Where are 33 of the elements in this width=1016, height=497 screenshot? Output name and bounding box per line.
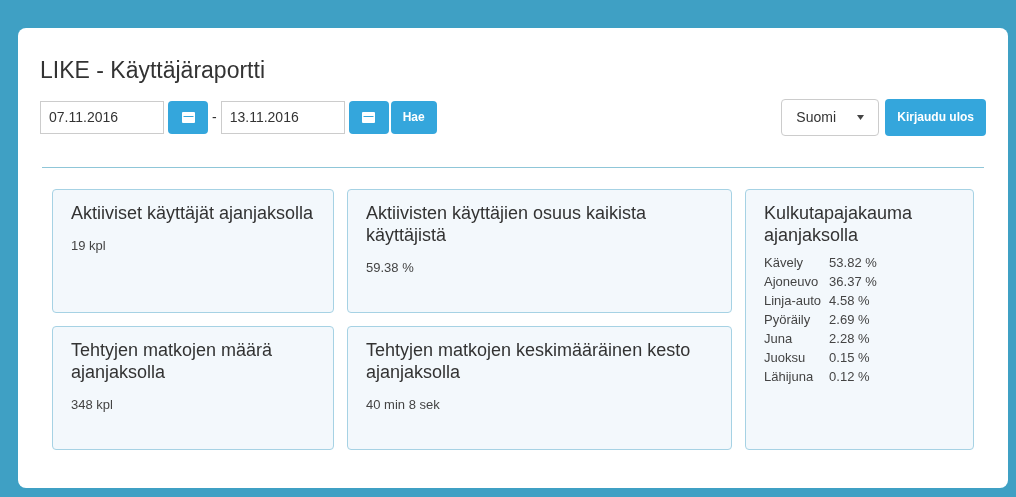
card-title: Tehtyjen matkojen keskimääräinen kesto ajanjaksolla (366, 338, 692, 383)
language-select[interactable]: Suomi (781, 98, 880, 136)
mode-share: 2.69 % (829, 310, 870, 329)
mode-share: 36.37 % (829, 272, 877, 291)
card-value: 40 min 8 sek (366, 395, 440, 414)
mode-label: Ajoneuvo (764, 272, 820, 291)
card-title: Tehtyjen matkojen määrä ajanjaksolla (71, 338, 274, 383)
card-value: 59.38 % (366, 258, 414, 277)
end-date-field[interactable]: 13.11.2016 (220, 100, 345, 134)
mode-label: Lähijuna (764, 367, 815, 386)
mode-label: Pyöräily (764, 310, 812, 329)
card-value: 348 kpl (71, 395, 113, 414)
card-title: Aktiivisten käyttäjien osuus kaikista käyttäjistä (366, 201, 648, 246)
calendar-button[interactable] (168, 100, 208, 134)
calendar-icon (362, 111, 376, 124)
calendar-button[interactable] (348, 100, 389, 134)
card-title: Aktiiviset käyttäjät ajanjaksolla (71, 201, 315, 224)
mode-share: 0.12 % (829, 367, 870, 386)
page-title: LIKE - Käyttäjäraportti (40, 56, 265, 85)
mode-label: Linja-auto (764, 291, 822, 310)
date-separator: - (212, 107, 217, 127)
mode-share: 53.82 % (829, 253, 877, 272)
calendar-icon (181, 111, 195, 124)
card-title: Kulkutapajakauma ajanjaksolla (764, 201, 914, 246)
mode-share: 2.28 % (829, 329, 870, 348)
mode-share: 4.58 % (829, 291, 870, 310)
dropdown-caret-icon (857, 114, 865, 120)
card-value: 19 kpl (71, 236, 106, 255)
mode-label: Juna (764, 329, 794, 348)
mode-share: 0.15 % (829, 348, 870, 367)
mode-label: Juoksu (764, 348, 807, 367)
start-date-field[interactable]: 07.11.2016 (40, 100, 164, 134)
mode-label: Kävely (764, 253, 805, 272)
